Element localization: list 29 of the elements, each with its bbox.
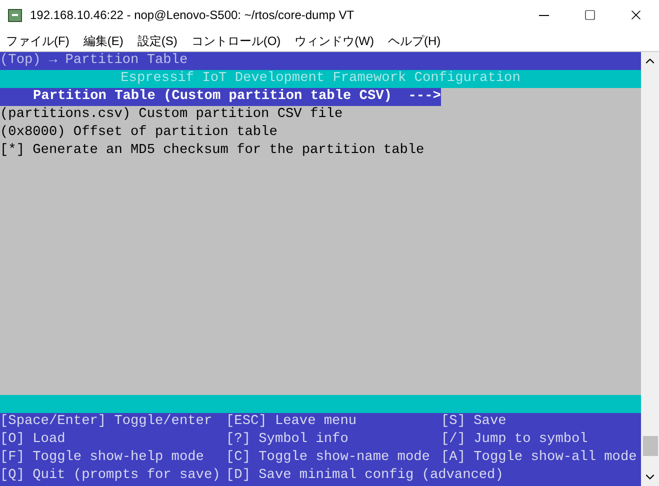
- menu-entry[interactable]: Partition Table (Custom partition table CSV) --->: [0, 88, 441, 106]
- key-hint: [ESC] Leave menu: [226, 413, 358, 431]
- key-hint: [S] Save: [441, 413, 506, 431]
- key-hint: [A] Toggle show-all mode: [441, 449, 637, 467]
- menu-entry[interactable]: (partitions.csv) Custom partition CSV file: [0, 106, 343, 124]
- maximize-icon: [584, 9, 596, 21]
- menu-item[interactable]: ファイル(F): [6, 32, 70, 50]
- menu-entry[interactable]: (0x8000) Offset of partition table: [0, 124, 278, 142]
- menu-item[interactable]: ヘルプ(H): [388, 32, 441, 50]
- key-hint: [O] Load: [0, 431, 66, 449]
- menu-item[interactable]: コントロール(O): [191, 32, 281, 50]
- menu-item[interactable]: ウィンドウ(W): [294, 32, 374, 50]
- key-hint: [/] Jump to symbol: [441, 431, 588, 449]
- menu-item[interactable]: 編集(E): [83, 32, 124, 50]
- key-hint: [C] Toggle show-name mode: [226, 449, 431, 467]
- scrollbar-thumb[interactable]: [642, 436, 658, 456]
- header-bar: Espressif IoT Development Framework Configuration: [0, 70, 641, 88]
- menu-entry[interactable]: [*] Generate an MD5 checksum for the partition table: [0, 142, 424, 160]
- scrollbar[interactable]: [641, 52, 659, 486]
- key-hint: [?] Symbol info: [226, 431, 350, 449]
- key-hint: [D] Save minimal config (advanced): [226, 467, 504, 485]
- minimize-icon: [539, 14, 549, 16]
- breadcrumb-bar: (Top) → Partition Table: [0, 52, 641, 70]
- key-hint: [F] Toggle show-help mode: [0, 449, 205, 467]
- terminal-app-icon: [8, 8, 22, 22]
- key-hint: [Space/Enter] Toggle/enter: [0, 413, 214, 431]
- menu-item[interactable]: 設定(S): [137, 32, 178, 50]
- key-hint: [Q] Quit (prompts for save): [0, 467, 222, 485]
- window-title: 192.168.10.46:22 - nop@Lenovo-S500: ~/rtos/core-dump VT: [30, 7, 354, 24]
